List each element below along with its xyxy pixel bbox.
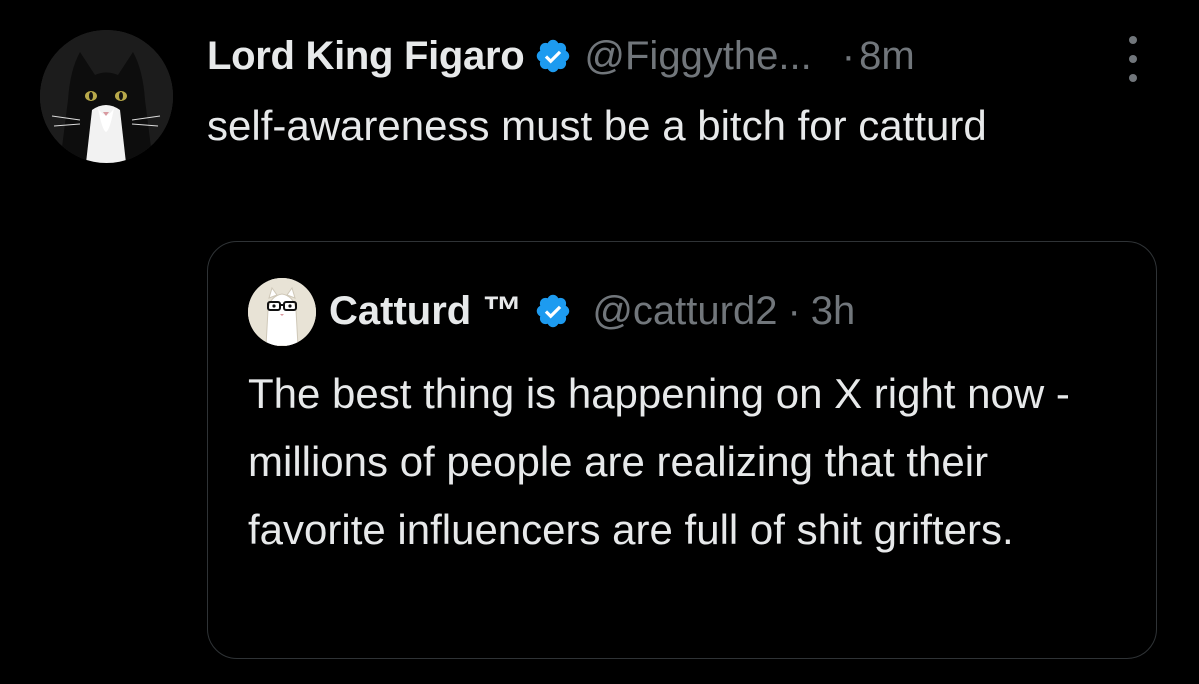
quoted-tweet-card[interactable]: Catturd ™ @catturd2 · 3h The best thing … bbox=[207, 241, 1157, 659]
quoted-tweet-text: The best thing is happening on X right n… bbox=[248, 370, 1070, 553]
quoted-author-display-name[interactable]: Catturd ™ bbox=[329, 289, 522, 334]
verified-badge-icon[interactable] bbox=[534, 37, 572, 75]
quoted-author-handle[interactable]: @catturd2 bbox=[592, 289, 777, 334]
more-vertical-icon[interactable] bbox=[1120, 36, 1146, 82]
quoted-verified-badge-icon[interactable] bbox=[534, 292, 572, 330]
tweet-text: self-awareness must be a bitch for cattu… bbox=[207, 102, 987, 149]
quoted-tweet-header: Catturd ™ @catturd2 · 3h bbox=[329, 282, 855, 340]
tweet[interactable]: Lord King Figaro @Figgythe... · 8m self-… bbox=[0, 0, 1199, 684]
catturd-avatar-icon bbox=[248, 278, 316, 346]
quoted-header-separator: · bbox=[787, 288, 801, 333]
tweet-header: Lord King Figaro @Figgythe... · 8m bbox=[207, 30, 915, 82]
quoted-tweet-timestamp[interactable]: 3h bbox=[811, 289, 856, 334]
header-separator: · bbox=[841, 33, 856, 78]
quoted-author-avatar[interactable] bbox=[248, 278, 316, 346]
tweet-timestamp[interactable]: 8m bbox=[859, 34, 915, 79]
author-avatar[interactable] bbox=[40, 30, 173, 163]
author-display-name[interactable]: Lord King Figaro bbox=[207, 34, 525, 79]
author-handle[interactable]: @Figgythe... bbox=[584, 34, 811, 79]
cat-avatar-icon bbox=[40, 30, 173, 163]
